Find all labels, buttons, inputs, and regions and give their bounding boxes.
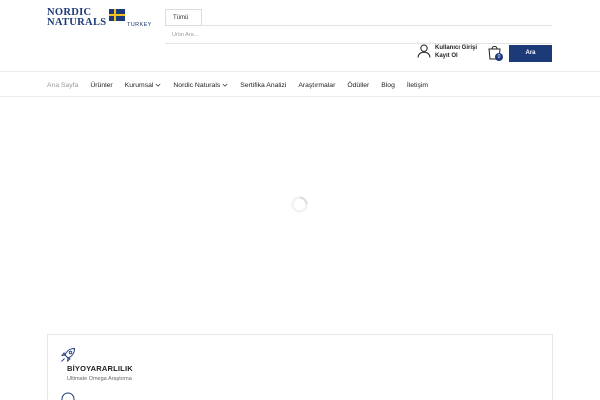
flag-icon: [109, 9, 125, 21]
nav-label: Ürünler: [90, 81, 113, 89]
nav-item-contact[interactable]: İletişim: [407, 82, 428, 89]
register-link[interactable]: Kayıt Ol: [435, 53, 477, 61]
logo-line-2: NATURALS: [47, 17, 107, 28]
category-select[interactable]: Tümü: [165, 9, 202, 26]
nav-item-awards[interactable]: Ödüller: [347, 82, 369, 89]
header-divider: [0, 71, 600, 72]
search-button[interactable]: Ara: [509, 45, 552, 62]
nav-label: Blog: [381, 81, 395, 89]
brand-logo[interactable]: NORDIC NATURALS TURKEY: [47, 7, 152, 32]
nav-label: Ana Sayfa: [47, 81, 79, 89]
nav-item-research[interactable]: Araştırmalar: [298, 82, 335, 89]
login-link[interactable]: Kullanıcı Girişi: [435, 45, 477, 53]
search-input[interactable]: [165, 27, 552, 44]
nav-label: Nordic Naturals: [173, 81, 221, 89]
nav-item-products[interactable]: Ürünler: [90, 82, 112, 89]
feature-subtitle: Ultimate Omega Araştırma: [67, 376, 132, 382]
nav-label: Araştırmalar: [298, 81, 336, 89]
search-divider: [201, 25, 552, 26]
logo-wordmark: NORDIC NATURALS: [47, 7, 107, 28]
logo-region: TURKEY: [127, 22, 152, 28]
nav-label: İletişim: [406, 81, 429, 89]
user-icon[interactable]: [417, 44, 431, 58]
nav-item-blog[interactable]: Blog: [381, 82, 395, 89]
cart-count-badge: 0: [495, 53, 503, 61]
nav-item-certificate-analysis[interactable]: Sertifika Analizi: [240, 82, 286, 89]
main-nav: Ana Sayfa Ürünler Kurumsal Nordic Natura…: [47, 80, 440, 90]
page: NORDIC NATURALS TURKEY Tümü Kullanıcı Gi…: [0, 0, 600, 400]
nav-item-nordic-naturals[interactable]: Nordic Naturals: [173, 82, 228, 89]
nav-divider: [0, 96, 600, 97]
rocket-icon: [60, 347, 76, 363]
nav-item-home[interactable]: Ana Sayfa: [47, 82, 78, 89]
nav-item-corporate[interactable]: Kurumsal: [125, 82, 162, 89]
nav-label: Kurumsal: [124, 81, 154, 89]
chevron-down-icon: [222, 83, 228, 87]
feature-icon: [61, 392, 75, 400]
chevron-down-icon: [155, 83, 161, 87]
nav-label: Sertifika Analizi: [240, 81, 287, 89]
nav-label: Ödüller: [347, 81, 370, 89]
spinner-icon: [291, 196, 308, 213]
account-links: Kullanıcı Girişi Kayıt Ol: [435, 45, 477, 60]
feature-title: BİYOYARARLILIK: [67, 364, 133, 373]
